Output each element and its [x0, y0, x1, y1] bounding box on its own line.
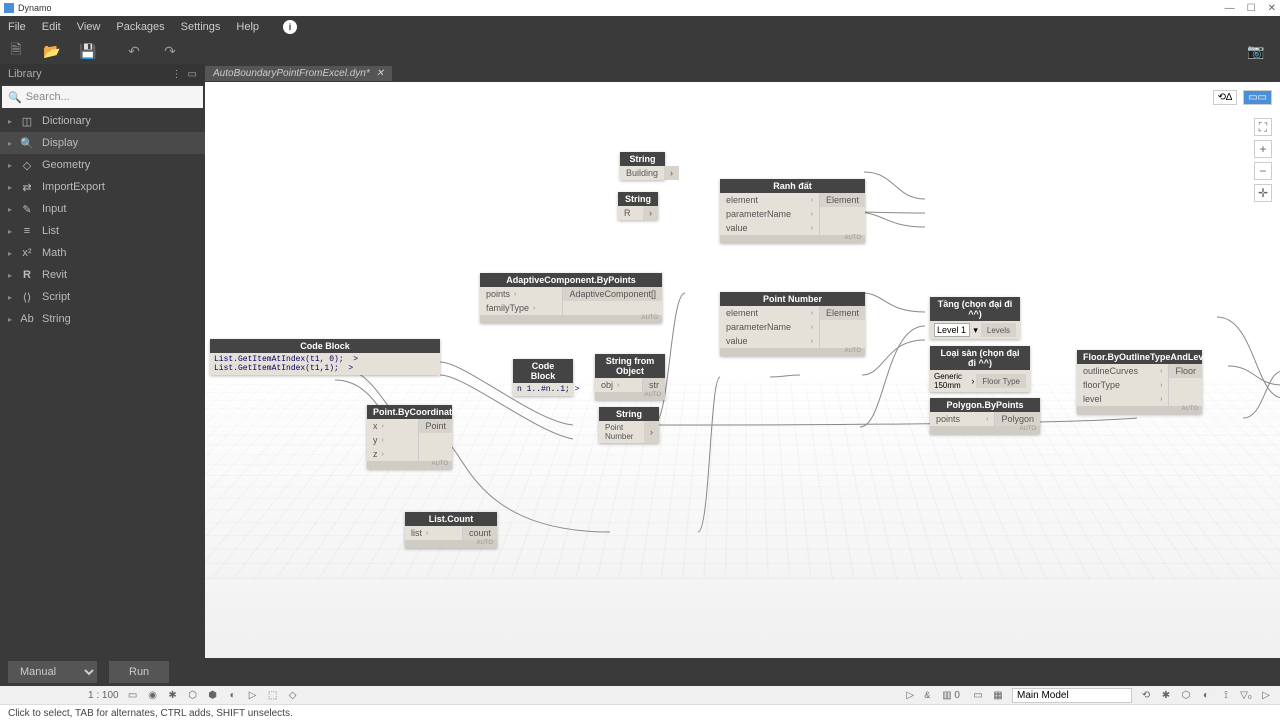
title-bar: Dynamo — ☐ ✕: [0, 0, 1280, 16]
rv-icon[interactable]: ▦: [992, 689, 1004, 701]
menu-file[interactable]: File: [8, 21, 26, 33]
view-toggle-icon[interactable]: ⋮: [172, 69, 182, 80]
undo-icon[interactable]: ↶: [126, 43, 142, 59]
lib-geometry[interactable]: ▸◇Geometry: [0, 154, 205, 176]
run-bar: Manual Run: [0, 658, 1280, 686]
lib-importexport[interactable]: ▸⇄ImportExport: [0, 176, 205, 198]
rv-icon[interactable]: ✱: [1160, 689, 1172, 701]
node-tang[interactable]: Tầng (chọn đại đi ^^) Level 1▾Levels: [930, 297, 1020, 339]
rv-icon[interactable]: ⬡: [187, 689, 199, 701]
rv-icon[interactable]: ▽₀: [1240, 689, 1252, 701]
app-icon: [4, 3, 14, 13]
camera-icon[interactable]: 📷: [1248, 43, 1264, 59]
node-codeblock-1[interactable]: Code Block List.GetItemAtIndex(t1, 0); >…: [210, 339, 440, 375]
menu-packages[interactable]: Packages: [116, 21, 164, 33]
tab-close-icon[interactable]: ✕: [376, 68, 384, 79]
close-icon[interactable]: ✕: [1268, 3, 1276, 14]
rv-icon[interactable]: ✱: [167, 689, 179, 701]
node-string-pointnum[interactable]: String Point Number›: [599, 407, 659, 443]
rv-icon[interactable]: ◇: [287, 689, 299, 701]
toolbar: 🗎 📂 💾 ↶ ↷ 📷: [0, 38, 1280, 64]
run-mode-select[interactable]: Manual: [8, 661, 97, 683]
geometry-preview-icon[interactable]: ⟲∆: [1213, 90, 1238, 105]
lib-math[interactable]: ▸x²Math: [0, 242, 205, 264]
rv-icon[interactable]: ⟟: [1220, 689, 1232, 701]
expand-icon[interactable]: ▭: [188, 69, 197, 80]
tab-bar: AutoBoundaryPointFromExcel.dyn*✕: [205, 64, 1280, 82]
fit-view-icon[interactable]: ⛶: [1254, 118, 1272, 136]
info-icon[interactable]: i: [283, 20, 297, 34]
graph-canvas[interactable]: Code Block List.GetItemAtIndex(t1, 0); >…: [205, 82, 1280, 658]
menu-bar: File Edit View Packages Settings Help i: [0, 16, 1280, 38]
minimize-icon[interactable]: —: [1225, 3, 1235, 14]
navigation-icon[interactable]: ▭▭: [1243, 90, 1272, 105]
menu-settings[interactable]: Settings: [181, 21, 221, 33]
lib-script[interactable]: ▸⟨⟩Script: [0, 286, 205, 308]
lib-dictionary[interactable]: ▸◫Dictionary: [0, 110, 205, 132]
node-string-building[interactable]: String Building›: [620, 152, 665, 180]
node-polygon[interactable]: Polygon.ByPoints points› Polygon AUTO: [930, 398, 1040, 434]
app-title: Dynamo: [18, 3, 52, 13]
node-floor[interactable]: Floor.ByOutlineTypeAndLevel outlineCurve…: [1077, 350, 1202, 414]
revit-status-bar: 1 : 100 ▭ ◉ ✱ ⬡ ⬢ ◐ ▷ ⬚ ◇ ▷ & ▥ 0 ▭ ▦ ⟲ …: [0, 686, 1280, 704]
rv-icon[interactable]: ▷: [247, 689, 259, 701]
node-codeblock-2[interactable]: Code Block n 1..#n..1; >: [513, 359, 573, 396]
model-select[interactable]: [1012, 688, 1132, 703]
open-file-icon[interactable]: 📂: [44, 43, 60, 59]
rv-icon[interactable]: ⬚: [267, 689, 279, 701]
pan-icon[interactable]: ✛: [1254, 184, 1272, 202]
node-point-bycoord[interactable]: Point.ByCoordinates x› y› z› Point AUTO: [367, 405, 452, 469]
lib-input[interactable]: ▸✎Input: [0, 198, 205, 220]
menu-help[interactable]: Help: [236, 21, 259, 33]
search-icon: 🔍: [8, 91, 22, 104]
lib-string[interactable]: ▸AbString: [0, 308, 205, 330]
rv-icon[interactable]: ◐: [227, 689, 239, 701]
rv-icon[interactable]: ▭: [127, 689, 139, 701]
rv-icon[interactable]: ◉: [147, 689, 159, 701]
rv-icon[interactable]: ▷: [904, 689, 916, 701]
node-loaisan[interactable]: Loại sàn (chọn đại đi ^^) Generic 150mm›…: [930, 346, 1030, 392]
node-pointnumber[interactable]: Point Number element› parameterName› val…: [720, 292, 865, 356]
rv-icon[interactable]: ◐: [1200, 689, 1212, 701]
lib-revit[interactable]: ▸RRevit: [0, 264, 205, 286]
library-header: Library ⋮▭: [0, 64, 205, 84]
node-listcount[interactable]: List.Count list› count AUTO: [405, 512, 497, 548]
zoom-out-icon[interactable]: −: [1254, 162, 1272, 180]
run-button[interactable]: Run: [109, 661, 169, 683]
node-adaptive[interactable]: AdaptiveComponent.ByPoints points› famil…: [480, 273, 662, 323]
rv-icon[interactable]: ⟲: [1140, 689, 1152, 701]
menu-edit[interactable]: Edit: [42, 21, 61, 33]
new-file-icon[interactable]: 🗎: [8, 43, 24, 59]
rv-icon[interactable]: ⬡: [1180, 689, 1192, 701]
search-input[interactable]: 🔍 Search...: [2, 86, 203, 108]
zoom-in-icon[interactable]: +: [1254, 140, 1272, 158]
save-icon[interactable]: 💾: [80, 43, 96, 59]
status-bar: Click to select, TAB for alternates, CTR…: [0, 704, 1280, 722]
library-sidebar: Library ⋮▭ 🔍 Search... ▸◫Dictionary ▸🔍Di…: [0, 64, 205, 658]
lib-list[interactable]: ▸≡List: [0, 220, 205, 242]
rv-icon[interactable]: ⬢: [207, 689, 219, 701]
redo-icon[interactable]: ↷: [162, 43, 178, 59]
node-string-r[interactable]: String R›: [618, 192, 658, 220]
lib-display[interactable]: ▸🔍Display: [0, 132, 205, 154]
menu-view[interactable]: View: [77, 21, 101, 33]
node-ranhdat[interactable]: Ranh đất element› parameterName› value› …: [720, 179, 865, 243]
rv-icon[interactable]: ▭: [972, 689, 984, 701]
rv-icon[interactable]: ▷: [1260, 689, 1272, 701]
window-controls: — ☐ ✕: [1225, 3, 1276, 14]
tab-active[interactable]: AutoBoundaryPointFromExcel.dyn*✕: [205, 66, 392, 81]
node-stringfromobj[interactable]: String from Object obj› str AUTO: [595, 354, 665, 400]
maximize-icon[interactable]: ☐: [1247, 3, 1256, 14]
